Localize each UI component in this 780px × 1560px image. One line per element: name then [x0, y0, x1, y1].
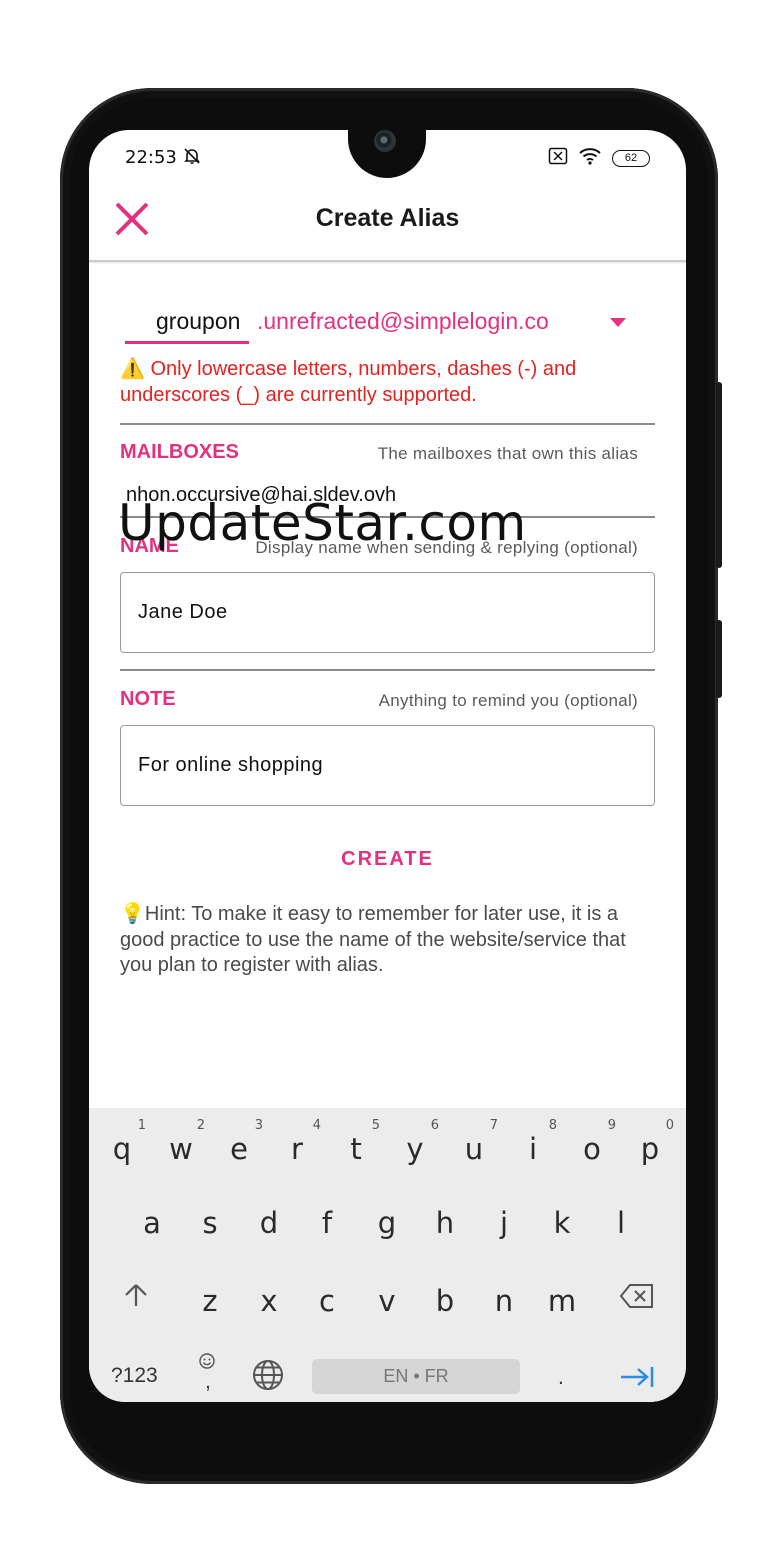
- key-label: e: [230, 1132, 248, 1166]
- key-b[interactable]: b: [425, 1284, 465, 1318]
- screen: 22:53 62 Create Alias groupon .unrefract…: [89, 130, 686, 1402]
- key-g[interactable]: g: [367, 1206, 407, 1240]
- power-button: [716, 620, 722, 698]
- divider: [120, 669, 655, 671]
- key-s[interactable]: s: [190, 1206, 230, 1240]
- key-k[interactable]: k: [542, 1206, 582, 1240]
- key-label: w: [169, 1132, 193, 1166]
- key-x[interactable]: x: [249, 1284, 289, 1318]
- key-d[interactable]: d: [249, 1206, 289, 1240]
- key-l[interactable]: l: [601, 1206, 641, 1240]
- key-label: t: [350, 1132, 362, 1166]
- alias-error-message: ⚠️ Only lowercase letters, numbers, dash…: [120, 358, 577, 406]
- key-number-hint: 3: [254, 1118, 263, 1133]
- alias-prefix-input[interactable]: groupon: [156, 308, 240, 335]
- alias-row: groupon .unrefracted@simplelogin.co: [125, 308, 655, 348]
- sim-icon: [548, 147, 568, 170]
- globe-icon[interactable]: [251, 1358, 285, 1398]
- key-number-hint: 8: [548, 1118, 557, 1133]
- shift-icon[interactable]: [116, 1280, 156, 1317]
- key-1[interactable]: w2: [161, 1118, 205, 1166]
- bell-off-icon: [182, 146, 202, 171]
- key-number-hint: 7: [489, 1118, 498, 1133]
- keyboard: q1w2e3r4t5y6u7i8o9p0 asdfghjkl zxcvbnm ?…: [89, 1108, 686, 1402]
- comma-key[interactable]: ,: [205, 1370, 211, 1394]
- battery-icon: 62: [612, 150, 650, 167]
- key-8[interactable]: o9: [572, 1118, 616, 1166]
- key-label: q: [112, 1132, 132, 1166]
- watermark: UpdateStar.com: [118, 494, 527, 552]
- status-icons: 62: [548, 147, 650, 170]
- key-label: r: [291, 1132, 303, 1166]
- mailboxes-label: MAILBOXES: [120, 441, 239, 463]
- note-hint: Anything to remind you (optional): [378, 691, 638, 710]
- key-number-hint: 9: [607, 1118, 616, 1133]
- key-c[interactable]: c: [307, 1284, 347, 1318]
- mailboxes-hint: The mailboxes that own this alias: [377, 444, 638, 463]
- volume-button: [716, 382, 722, 568]
- key-0[interactable]: q1: [102, 1118, 146, 1166]
- divider: [120, 423, 655, 425]
- dropdown-arrow-icon[interactable]: [610, 318, 626, 327]
- wifi-icon: [578, 147, 602, 170]
- key-z[interactable]: z: [190, 1284, 230, 1318]
- note-label: NOTE: [120, 688, 176, 710]
- space-key[interactable]: EN • FR: [312, 1359, 520, 1394]
- app-bar: Create Alias: [89, 180, 686, 262]
- camera-icon: [374, 130, 396, 152]
- key-label: p: [640, 1132, 660, 1166]
- key-v[interactable]: v: [367, 1284, 407, 1318]
- note-field[interactable]: For online shopping: [120, 725, 655, 806]
- key-label: o: [583, 1132, 601, 1166]
- key-label: i: [528, 1132, 538, 1166]
- name-value: Jane Doe: [138, 601, 228, 623]
- key-7[interactable]: i8: [513, 1118, 557, 1166]
- key-h[interactable]: h: [425, 1206, 465, 1240]
- period-key[interactable]: .: [558, 1366, 564, 1390]
- prefix-underline: [125, 341, 249, 344]
- key-5[interactable]: y6: [395, 1118, 439, 1166]
- key-number-hint: 6: [430, 1118, 439, 1133]
- create-button[interactable]: CREATE: [89, 848, 686, 871]
- key-3[interactable]: r4: [277, 1118, 321, 1166]
- alias-suffix-select[interactable]: .unrefracted@simplelogin.co: [257, 308, 549, 335]
- key-2[interactable]: e3: [219, 1118, 263, 1166]
- hint-text: 💡Hint: To make it easy to remember for l…: [120, 903, 626, 976]
- key-number-hint: 0: [665, 1118, 674, 1133]
- key-number-hint: 2: [196, 1118, 205, 1133]
- backspace-icon[interactable]: [617, 1282, 657, 1316]
- key-6[interactable]: u7: [454, 1118, 498, 1166]
- key-number-hint: 5: [371, 1118, 380, 1133]
- key-j[interactable]: j: [484, 1206, 524, 1240]
- key-number-hint: 4: [312, 1118, 321, 1133]
- key-number-hint: 1: [137, 1118, 146, 1133]
- symbols-key[interactable]: ?123: [111, 1364, 158, 1388]
- key-label: u: [464, 1132, 484, 1166]
- enter-icon[interactable]: [619, 1364, 655, 1396]
- status-time: 22:53: [125, 147, 177, 168]
- key-f[interactable]: f: [307, 1206, 347, 1240]
- key-4[interactable]: t5: [336, 1118, 380, 1166]
- note-value: For online shopping: [138, 754, 324, 776]
- page-title: Create Alias: [315, 204, 460, 232]
- key-n[interactable]: n: [484, 1284, 524, 1318]
- key-m[interactable]: m: [542, 1284, 582, 1318]
- name-field[interactable]: Jane Doe: [120, 572, 655, 653]
- key-9[interactable]: p0: [630, 1118, 674, 1166]
- key-a[interactable]: a: [132, 1206, 172, 1240]
- key-label: y: [406, 1132, 424, 1166]
